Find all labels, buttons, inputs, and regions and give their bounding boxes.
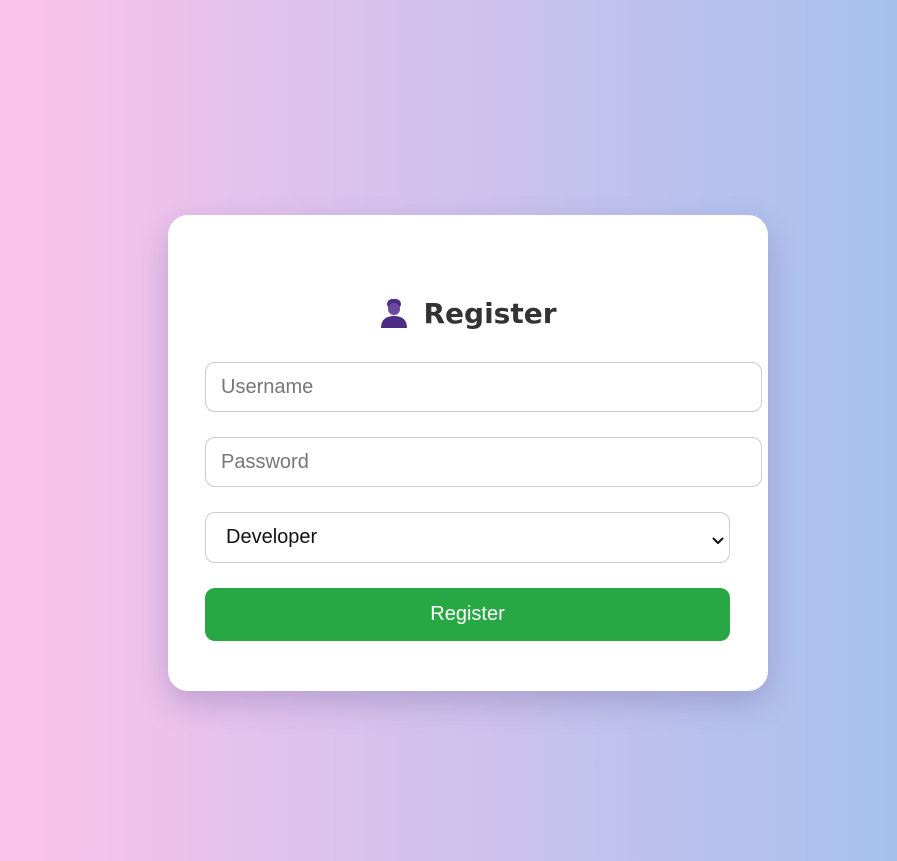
register-button[interactable]: Register: [205, 588, 730, 641]
form-heading: Register: [168, 293, 768, 333]
register-card: Register Developer Register: [168, 215, 768, 691]
page-title: Register: [423, 296, 557, 330]
password-input[interactable]: [205, 437, 762, 487]
page-background: { "form": { "title": "Register", "title_…: [0, 0, 897, 861]
chevron-down-icon: [712, 533, 724, 544]
username-input[interactable]: [205, 362, 762, 412]
user-icon: [379, 297, 409, 329]
role-select[interactable]: Developer: [205, 512, 730, 563]
role-select-value: Developer: [226, 526, 318, 548]
